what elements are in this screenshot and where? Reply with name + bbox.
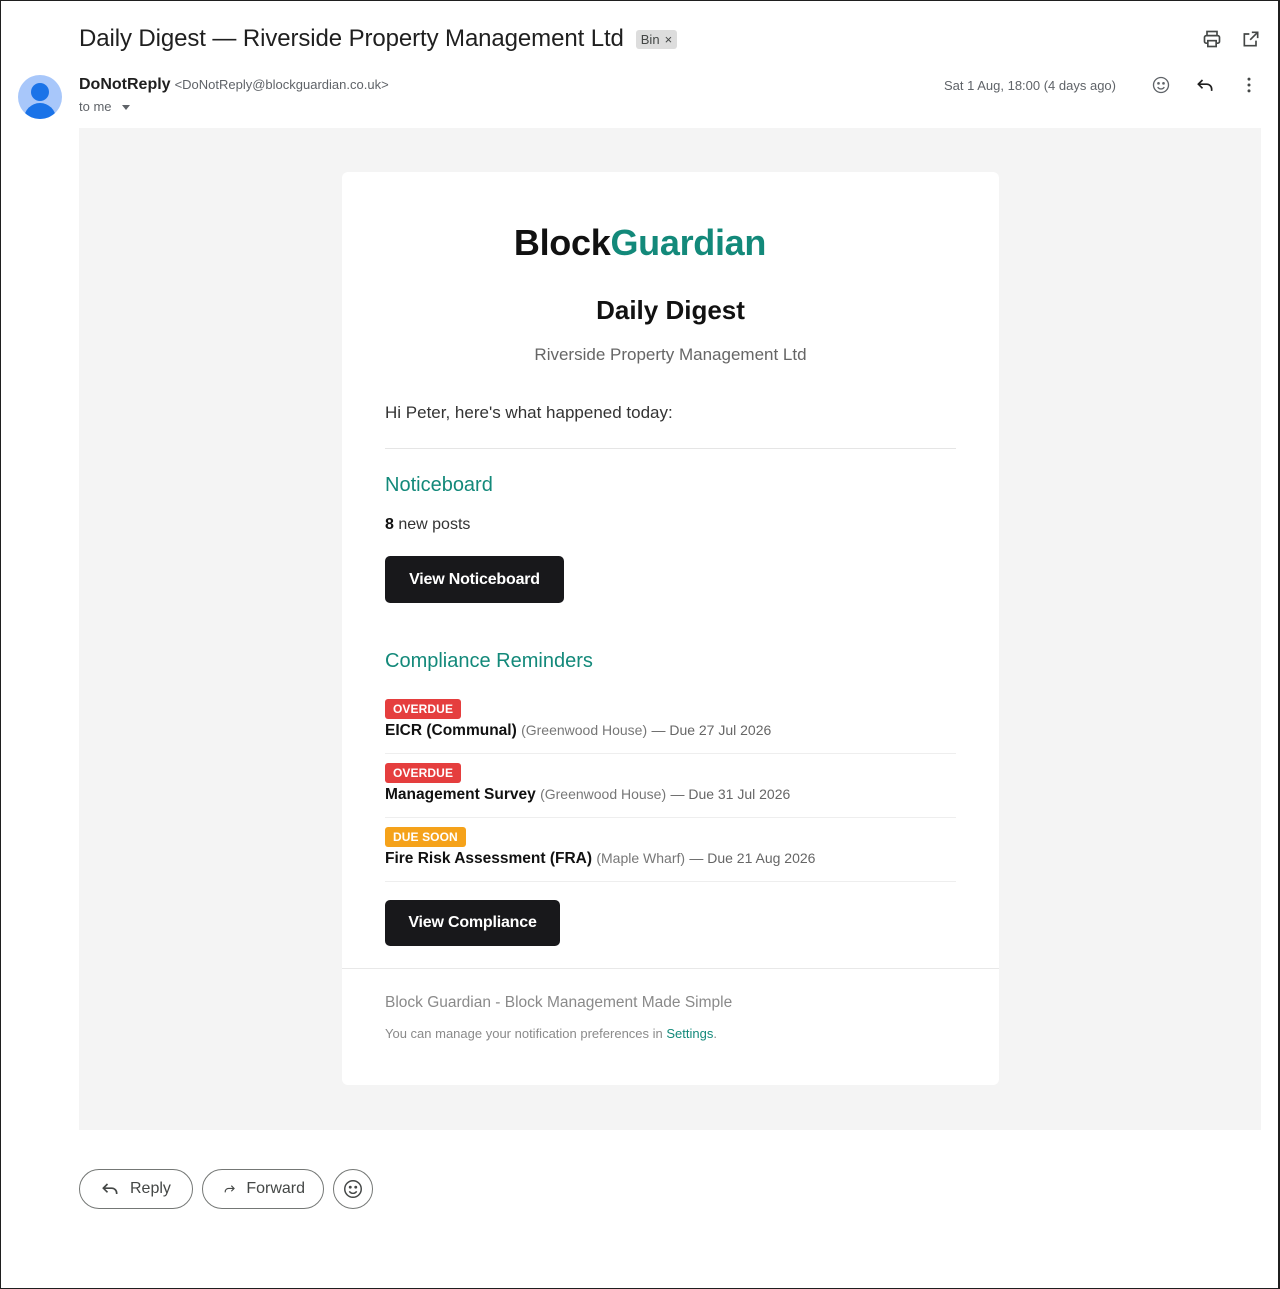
footer-divider xyxy=(342,968,999,969)
smiley-icon xyxy=(344,1180,362,1198)
noticeboard-heading: Noticeboard xyxy=(385,474,493,496)
print-icon[interactable] xyxy=(1201,28,1223,50)
settings-link[interactable]: Settings xyxy=(666,1026,713,1041)
open-in-new-window-icon[interactable] xyxy=(1240,28,1262,50)
divider xyxy=(385,753,956,754)
footer-tagline: Block Guardian - Block Management Made S… xyxy=(385,994,733,1011)
compliance-item-text: Fire Risk Assessment (FRA) (Maple Wharf)… xyxy=(385,850,956,868)
chevron-down-icon xyxy=(121,104,130,110)
compliance-item-due: — Due 21 Aug 2026 xyxy=(689,850,816,866)
recipient-details-toggle[interactable]: to me xyxy=(79,99,130,114)
compliance-item-due: — Due 31 Jul 2026 xyxy=(670,786,791,802)
remove-label-icon[interactable]: × xyxy=(665,32,673,47)
digest-subtitle: Riverside Property Management Ltd xyxy=(534,345,807,364)
forward-label: Forward xyxy=(246,1180,305,1197)
view-noticeboard-button[interactable]: View Noticeboard xyxy=(385,556,564,603)
reply-icon xyxy=(102,1183,118,1194)
email-subject: Daily Digest — Riverside Property Manage… xyxy=(79,25,624,52)
compliance-item: OVERDUE Management Survey (Greenwood Hou… xyxy=(385,763,956,804)
compliance-item-text: Management Survey (Greenwood House) — Du… xyxy=(385,786,956,804)
compliance-item-due: — Due 27 Jul 2026 xyxy=(651,722,772,738)
greeting: Hi Peter, here's what happened today: xyxy=(385,403,673,422)
divider xyxy=(385,448,956,449)
status-badge: OVERDUE xyxy=(385,699,462,719)
sender-email: <DoNotReply@blockguardian.co.uk> xyxy=(174,77,389,92)
logo-part-guardian: Guardian xyxy=(610,222,767,263)
compliance-item-text: EICR (Communal) (Greenwood House) — Due … xyxy=(385,722,956,740)
more-options-icon[interactable] xyxy=(1238,74,1260,96)
compliance-item-location: (Maple Wharf) xyxy=(596,850,686,866)
reply-button[interactable]: Reply xyxy=(79,1169,193,1209)
reply-label: Reply xyxy=(130,1180,171,1197)
sender-row: DoNotReply <DoNotReply@blockguardian.co.… xyxy=(79,76,389,94)
message-meta: Sat 1 Aug, 18:00 (4 days ago) xyxy=(944,74,1260,96)
sender-name[interactable]: DoNotReply xyxy=(79,76,171,94)
message-date: Sat 1 Aug, 18:00 (4 days ago) xyxy=(943,77,1116,93)
forward-button[interactable]: Forward xyxy=(202,1169,324,1209)
compliance-item-location: (Greenwood House) xyxy=(521,722,648,738)
compliance-item-name: Fire Risk Assessment (FRA) xyxy=(385,850,593,867)
bottom-actions: Reply Forward xyxy=(79,1169,373,1209)
view-compliance-button[interactable]: View Compliance xyxy=(385,900,560,946)
avatar-body xyxy=(24,103,56,119)
noticeboard-post-count: 8 new posts xyxy=(385,516,470,534)
footer-note-text: You can manage your notification prefere… xyxy=(385,1026,667,1041)
compliance-item: DUE SOON Fire Risk Assessment (FRA) (Map… xyxy=(385,827,956,868)
label-chip-bin[interactable]: Bin × xyxy=(635,29,678,49)
footer-note-end: . xyxy=(713,1026,717,1041)
compliance-item-name: Management Survey xyxy=(385,786,536,803)
divider xyxy=(385,881,956,882)
post-count-number: 8 xyxy=(385,516,394,533)
divider xyxy=(385,817,956,818)
sender-avatar[interactable] xyxy=(18,75,62,119)
status-badge: OVERDUE xyxy=(385,763,462,783)
post-count-suffix: new posts xyxy=(393,516,471,533)
logo-part-block: Block xyxy=(513,222,611,263)
footer-note: You can manage your notification prefere… xyxy=(385,1026,717,1041)
compliance-item-name: EICR (Communal) xyxy=(385,722,517,739)
compliance-item: OVERDUE EICR (Communal) (Greenwood House… xyxy=(385,699,956,740)
subject-row: Daily Digest — Riverside Property Manage… xyxy=(79,22,678,56)
digest-title: Daily Digest xyxy=(596,295,745,325)
add-reaction-icon[interactable] xyxy=(1150,74,1172,96)
label-chip-text: Bin xyxy=(640,31,660,47)
compliance-item-location: (Greenwood House) xyxy=(540,786,667,802)
recipient-label: to me xyxy=(79,99,112,114)
blockguardian-logo: BlockGuardian xyxy=(0,222,1280,264)
forward-icon xyxy=(224,1185,235,1193)
avatar-head xyxy=(31,83,49,101)
top-actions xyxy=(1201,28,1262,50)
status-badge: DUE SOON xyxy=(385,827,466,847)
compliance-heading: Compliance Reminders xyxy=(385,650,593,672)
reply-icon[interactable] xyxy=(1194,74,1216,96)
emoji-reaction-button[interactable] xyxy=(333,1169,373,1209)
